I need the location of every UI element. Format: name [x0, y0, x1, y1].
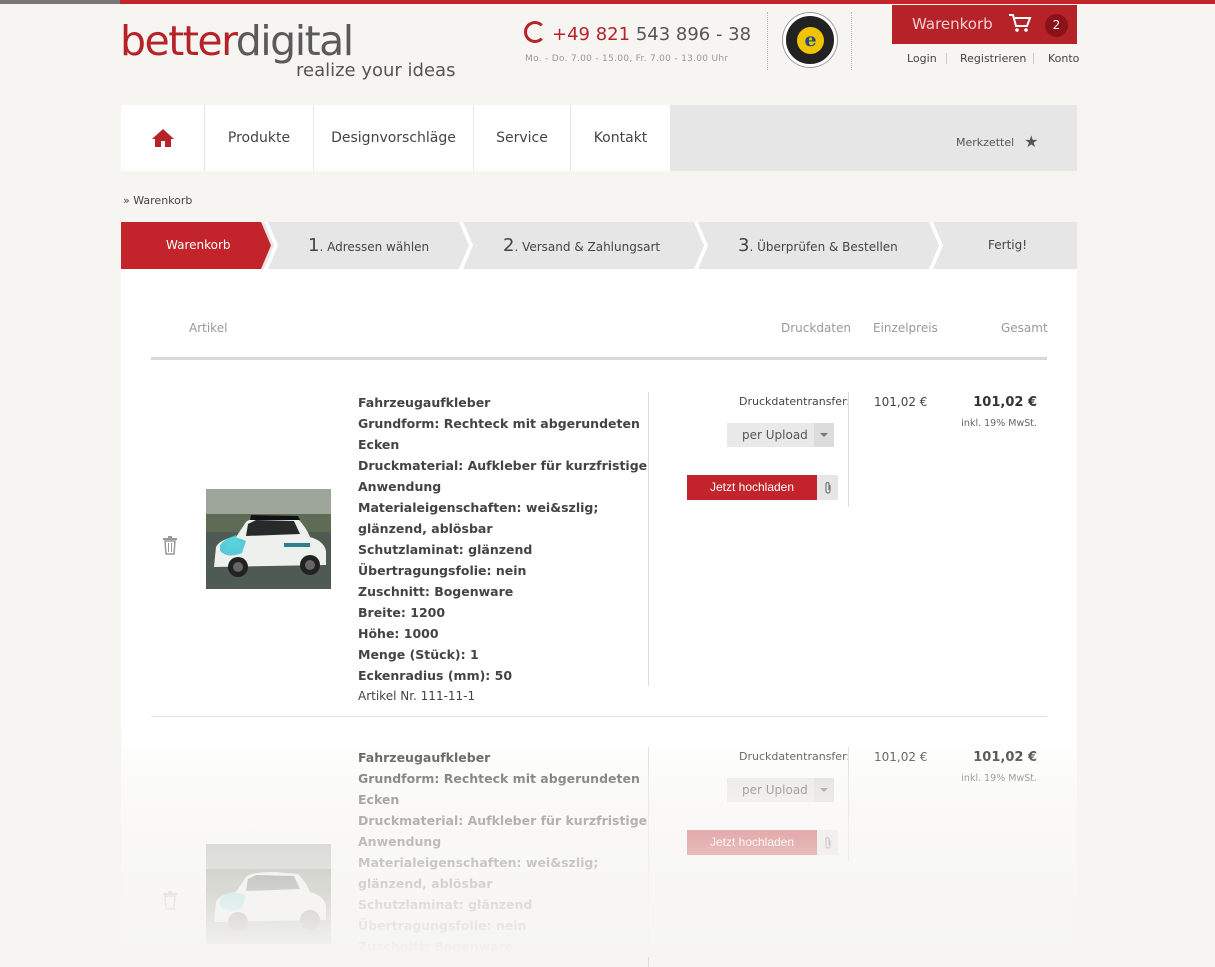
transfer-label: Druckdatentransfer: — [739, 750, 851, 763]
breadcrumb: » Warenkorb — [123, 194, 192, 207]
total-price: 101,02 € — [973, 395, 1037, 410]
nav-item-service[interactable]: Service — [474, 105, 571, 171]
divider — [848, 392, 849, 507]
transfer-method-select[interactable]: per Upload — [727, 423, 834, 447]
top-accent-line — [0, 0, 1215, 4]
nav-home[interactable] — [121, 105, 205, 171]
divider — [767, 12, 768, 70]
item-prop: Übertragungsfolie: nein — [358, 918, 527, 933]
car-photo — [206, 489, 331, 589]
item-prop: Schutzlaminat: glänzend — [358, 897, 533, 912]
header-article: Artikel — [189, 321, 228, 335]
item-prop: Grundform: Rechteck mit abgerundeten Eck… — [358, 416, 640, 452]
cart-button[interactable]: Warenkorb 2 — [892, 5, 1077, 44]
divider — [1033, 53, 1034, 64]
logo[interactable]: betterdigital realize your ideas — [120, 17, 455, 81]
nav-item-kontakt[interactable]: Kontakt — [571, 105, 671, 171]
item-prop: Materialeigenschaften: wei&szlig; glänze… — [358, 855, 599, 891]
item-prop: Übertragungsfolie: nein — [358, 563, 527, 578]
item-prop: Druckmaterial: Aufkleber für kurzfristig… — [358, 458, 648, 494]
transfer-label: Druckdatentransfer: — [739, 395, 851, 408]
opening-hours: Mo. - Do. 7.00 - 15.00, Fr. 7.00 - 13.00… — [525, 54, 729, 64]
nav-item-produkte[interactable]: Produkte — [205, 105, 314, 171]
trash-icon[interactable] — [162, 890, 178, 910]
checkout-steps: Warenkorb 1. Adressen wählen 2. Versand … — [121, 222, 1077, 269]
item-name: Fahrzeugaufkleber — [358, 750, 491, 765]
divider — [648, 392, 649, 686]
step-versand: 2. Versand & Zahlungsart — [503, 235, 661, 256]
item-prop: Höhe: 1000 — [358, 626, 439, 641]
transfer-method-select[interactable]: per Upload — [727, 778, 834, 802]
car-photo — [206, 844, 331, 944]
item-prop: Materialeigenschaften: wei&szlig; glänze… — [358, 500, 599, 536]
total-price: 101,02 € — [973, 750, 1037, 765]
phone-icon — [524, 21, 546, 43]
paperclip-icon[interactable] — [817, 475, 838, 500]
chevron-down-icon — [814, 778, 834, 802]
trash-icon[interactable] — [162, 535, 178, 555]
header-print-data: Druckdaten — [781, 321, 851, 335]
wishlist-link[interactable]: Merkzettel ★ — [956, 132, 1039, 151]
wishlist-label: Merkzettel — [956, 136, 1015, 149]
cart-count-badge: 2 — [1045, 14, 1068, 37]
product-image[interactable] — [206, 489, 331, 589]
divider — [851, 12, 852, 70]
item-description: Fahrzeugaufkleber Grundform: Rechteck mi… — [358, 392, 648, 707]
logo-part-2: digital — [235, 17, 354, 65]
product-image[interactable] — [206, 844, 331, 944]
shopping-cart-icon — [1009, 14, 1032, 32]
item-prop: Breite: 1200 — [358, 605, 446, 620]
header-divider — [151, 357, 1047, 360]
header-unit-price: Einzelpreis — [873, 321, 938, 335]
vat-note: inkl. 19% MwSt. — [961, 773, 1037, 784]
item-prop: Menge (Stück): 1 — [358, 647, 479, 662]
divider — [648, 747, 649, 967]
chevron-down-icon — [814, 423, 834, 447]
phone-number: +49 821 543 896 - 38 — [524, 21, 751, 45]
upload-button[interactable]: Jetzt hochladen — [687, 475, 817, 500]
item-prop: Zuschnitt: Bogenware — [358, 939, 514, 954]
logo-part-1: better — [120, 17, 237, 65]
breadcrumb-current: Warenkorb — [133, 194, 193, 207]
item-prop: Grundform: Rechteck mit abgerundeten Eck… — [358, 771, 640, 807]
main-navigation: Produkte Designvorschläge Service Kontak… — [121, 105, 1077, 171]
item-description: Fahrzeugaufkleber Grundform: Rechteck mi… — [358, 747, 648, 957]
step-adressen: 1. Adressen wählen — [308, 235, 430, 256]
register-link[interactable]: Registrieren — [960, 52, 1026, 65]
item-prop: Zuschnitt: Bogenware — [358, 584, 514, 599]
step-fertig: Fertig! — [988, 238, 1028, 252]
trusted-shops-letter: e — [797, 27, 824, 54]
star-icon: ★ — [1024, 132, 1039, 151]
vat-note: inkl. 19% MwSt. — [961, 418, 1037, 429]
cart-panel: Artikel Druckdaten Einzelpreis Gesamt Fa… — [121, 269, 1077, 967]
item-divider — [151, 716, 1047, 717]
item-prop: Druckmaterial: Aufkleber für kurzfristig… — [358, 813, 648, 849]
header-total: Gesamt — [1001, 321, 1048, 335]
paperclip-icon[interactable] — [817, 830, 838, 855]
trusted-shops-badge[interactable]: e — [783, 13, 837, 67]
login-link[interactable]: Login — [907, 52, 937, 65]
step-pruefen: 3. Überprüfen & Bestellen — [738, 235, 898, 256]
tagline: realize your ideas — [296, 60, 456, 81]
account-link[interactable]: Konto — [1048, 52, 1079, 65]
nav-item-designvorschlaege[interactable]: Designvorschläge — [314, 105, 474, 171]
article-number: Artikel Nr. 111-11-1 — [358, 689, 476, 703]
home-icon — [151, 129, 174, 147]
cart-label: Warenkorb — [912, 15, 993, 33]
divider — [946, 53, 947, 64]
step-warenkorb: Warenkorb — [166, 238, 231, 252]
item-name: Fahrzeugaufkleber — [358, 395, 491, 410]
upload-button[interactable]: Jetzt hochladen — [687, 830, 817, 855]
breadcrumb-separator: » — [123, 194, 130, 207]
item-prop: Eckenradius (mm): 50 — [358, 668, 513, 683]
divider — [848, 747, 849, 862]
item-prop: Schutzlaminat: glänzend — [358, 542, 533, 557]
